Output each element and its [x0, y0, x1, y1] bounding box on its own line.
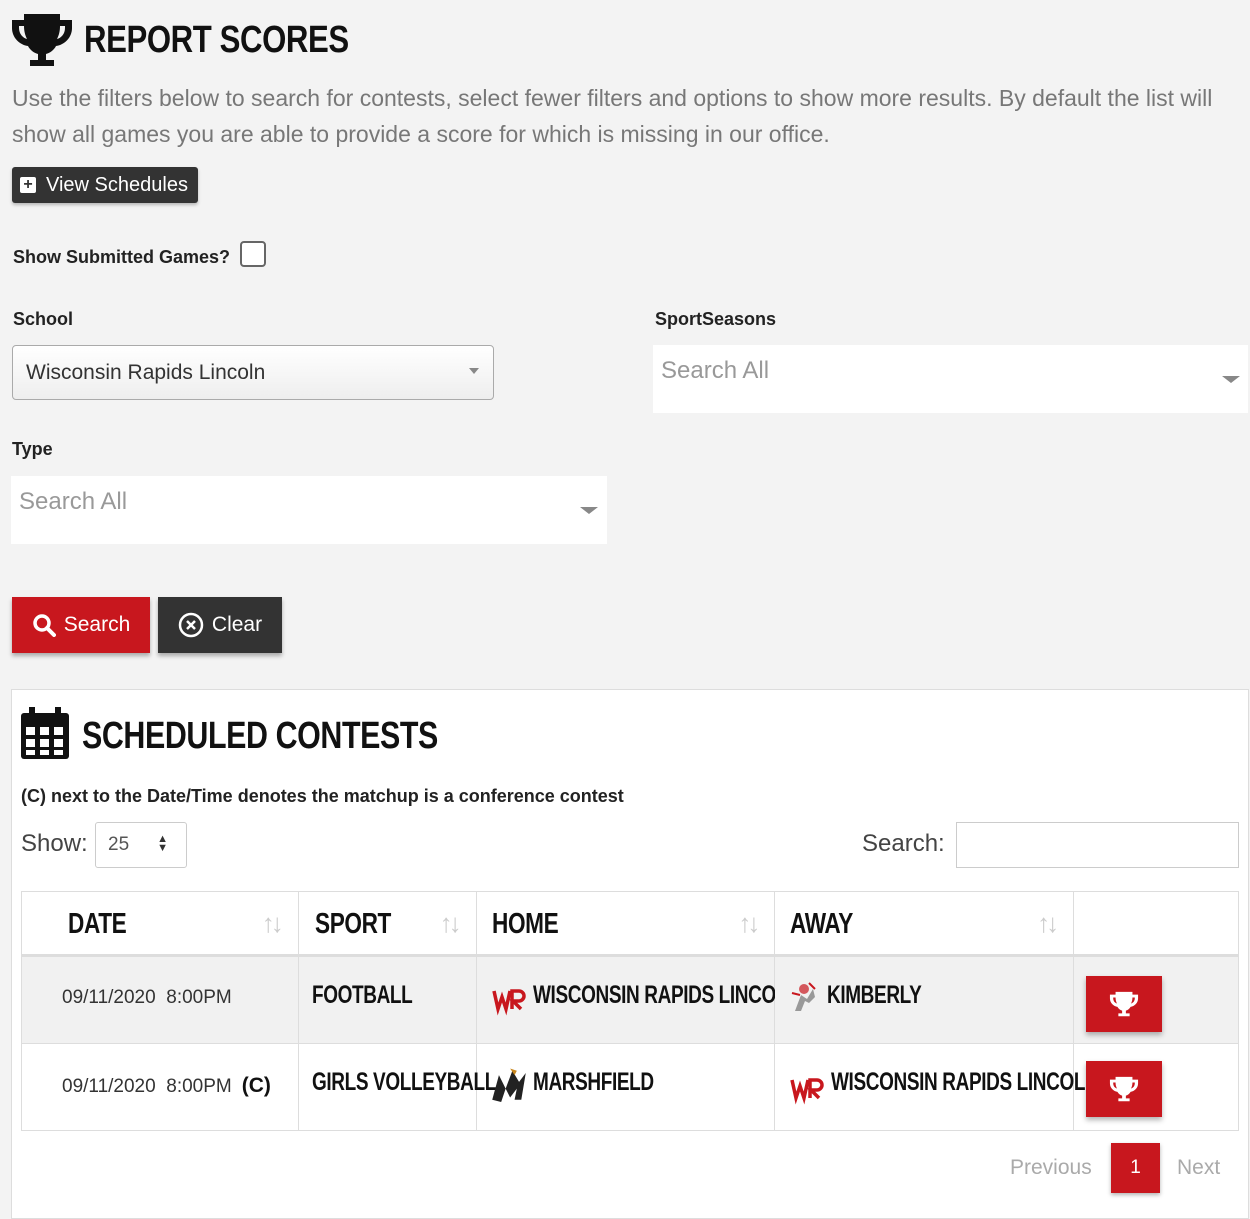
table-search-label: Search:: [862, 830, 945, 857]
school-label: School: [13, 309, 74, 329]
table-search-input[interactable]: [956, 822, 1239, 868]
contest-date: 09/11/2020: [62, 987, 156, 1008]
column-header-sport[interactable]: SPORT ↑↓: [297, 891, 477, 957]
column-header-label: HOME: [491, 908, 559, 940]
sport-cell: GIRLS VOLLEYBALL: [297, 1043, 496, 1131]
column-header-date[interactable]: DATE ↑↓: [21, 891, 299, 957]
contests-table: DATE ↑↓ SPORT ↑↓ HOME ↑↓ AWAY ↑↓ 09/11/2…: [21, 891, 1239, 1131]
view-schedules-label: View Schedules: [46, 173, 188, 196]
column-header-label: AWAY: [790, 908, 854, 940]
search-button[interactable]: Search: [12, 597, 150, 653]
sportseasons-select[interactable]: Search All: [653, 345, 1248, 413]
home-team: WISCONSIN RAPIDS LINCOLN: [532, 981, 801, 1009]
clear-button-label: Clear: [211, 613, 263, 636]
calendar-icon: [21, 707, 69, 759]
clear-button[interactable]: Clear: [158, 597, 282, 653]
conference-note: (C) next to the Date/Time denotes the ma…: [21, 786, 624, 806]
column-header-home[interactable]: HOME ↑↓: [475, 891, 776, 957]
wisconsin-rapids-logo-icon: [790, 1078, 825, 1105]
contest-time: 8:00PM: [166, 1076, 232, 1097]
home-team: MARSHFIELD: [532, 1068, 654, 1096]
home-cell: MARSHFIELD: [475, 1043, 776, 1131]
date-cell: 09/11/2020 8:00PM (C): [21, 1043, 299, 1131]
show-submitted-label: Show Submitted Games?: [13, 247, 231, 267]
trophy-icon: [12, 14, 72, 66]
sort-icon: ↑↓: [261, 908, 284, 938]
intro-text: Use the filters below to search for cont…: [12, 85, 1213, 147]
sport-cell: FOOTBALL: [297, 955, 477, 1044]
caret-down-icon: [1222, 376, 1240, 383]
date-text: 09/11/2020 8:00PM (C): [62, 1074, 271, 1098]
search-button-label: Search: [63, 613, 131, 636]
column-header-label: DATE: [68, 908, 127, 940]
caret-down-icon: [469, 368, 479, 374]
sort-icon: ↑↓: [1037, 908, 1059, 938]
sportseasons-placeholder: Search All: [661, 357, 770, 384]
away-team: KIMBERLY: [827, 981, 922, 1009]
away-team: WISCONSIN RAPIDS LINCOLN: [831, 1068, 1099, 1096]
updown-icon: ▲ ▼: [157, 833, 168, 854]
search-icon: [32, 614, 56, 637]
wisconsin-rapids-logo-icon: [491, 989, 526, 1016]
section-title: SCHEDULED CONTESTS: [82, 715, 438, 757]
report-score-button[interactable]: [1086, 1061, 1163, 1117]
contest-time: 8:00PM: [166, 987, 232, 1008]
close-circle-icon: [178, 612, 204, 638]
report-score-button[interactable]: [1086, 976, 1163, 1032]
type-placeholder: Search All: [19, 488, 128, 515]
trophy-icon: [1110, 1076, 1139, 1102]
date-cell: 09/11/2020 8:00PM: [21, 955, 299, 1044]
pagination-page-1[interactable]: 1: [1111, 1143, 1160, 1193]
action-cell: [1073, 1043, 1239, 1131]
table-row: 09/11/2020 8:00PM FOOTBALL WISCONSIN RAP…: [21, 955, 1239, 1044]
column-header-label: SPORT: [314, 908, 391, 940]
sportseasons-label: SportSeasons: [655, 309, 777, 329]
page-size-value: 25: [108, 834, 130, 855]
contest-date: 09/11/2020: [62, 1076, 156, 1097]
page-title: REPORT SCORES: [84, 18, 349, 61]
view-schedules-button[interactable]: + View Schedules: [12, 167, 198, 203]
type-label: Type: [12, 439, 53, 459]
school-select-value: Wisconsin Rapids Lincoln: [26, 360, 266, 384]
table-row: 09/11/2020 8:00PM (C) GIRLS VOLLEYBALL MA…: [21, 1043, 1239, 1131]
sort-icon: ↑↓: [738, 908, 760, 938]
show-submitted-checkbox[interactable]: [240, 241, 266, 267]
away-cell: KIMBERLY: [774, 955, 1075, 1044]
sport-name: FOOTBALL: [311, 981, 413, 1009]
date-text: 09/11/2020 8:00PM: [62, 987, 232, 1009]
home-cell: WISCONSIN RAPIDS LINCOLN: [475, 955, 800, 1044]
away-cell: WISCONSIN RAPIDS LINCOLN: [774, 1043, 1099, 1131]
school-select[interactable]: Wisconsin Rapids Lincoln: [12, 345, 494, 400]
pagination-next[interactable]: Next: [1177, 1156, 1220, 1180]
caret-down-icon: [580, 507, 598, 514]
column-header-away[interactable]: AWAY ↑↓: [774, 891, 1075, 957]
page-size-select[interactable]: 25 ▲ ▼: [95, 822, 187, 868]
page-header: REPORT SCORES: [10, 10, 407, 70]
show-entries-label: Show:: [21, 830, 88, 857]
trophy-icon: [1110, 991, 1139, 1017]
conference-marker: (C): [241, 1074, 271, 1097]
action-cell: [1073, 955, 1239, 1044]
marshfield-logo-icon: [491, 1068, 526, 1102]
plus-icon: +: [20, 177, 36, 193]
table-header-row: DATE ↑↓ SPORT ↑↓ HOME ↑↓ AWAY ↑↓: [21, 891, 1239, 957]
column-header-actions: [1073, 891, 1239, 957]
sort-icon: ↑↓: [439, 908, 462, 938]
pagination-previous[interactable]: Previous: [1010, 1156, 1092, 1180]
type-select[interactable]: Search All: [11, 476, 607, 544]
sport-name: GIRLS VOLLEYBALL: [311, 1068, 496, 1096]
kimberly-logo-icon: [792, 982, 817, 1011]
